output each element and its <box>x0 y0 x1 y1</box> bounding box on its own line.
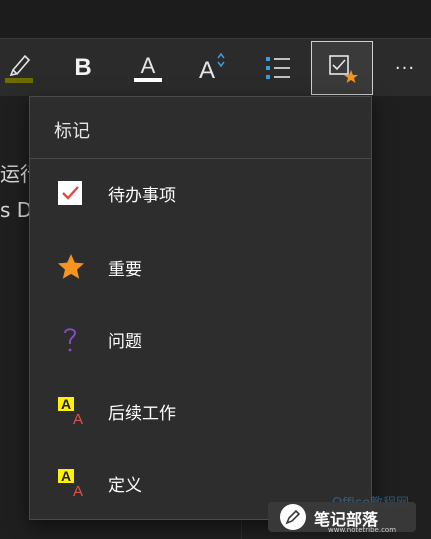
bullet-list-icon <box>266 57 290 79</box>
follow-up-icon: A A <box>56 395 100 427</box>
font-size-icon: A <box>199 52 225 84</box>
definition-glyph-1: A <box>61 468 71 484</box>
font-color-label: A <box>141 53 156 78</box>
bullet-list-button[interactable] <box>258 39 298 97</box>
more-options-button[interactable]: ··· <box>385 39 425 97</box>
menu-divider <box>30 158 371 159</box>
menu-item-follow-up[interactable]: A A 后续工作 <box>30 381 371 441</box>
menu-item-label: 定义 <box>108 475 142 496</box>
pencil-icon <box>280 504 306 530</box>
font-size-label: A <box>199 57 215 84</box>
tags-button[interactable] <box>311 41 373 95</box>
star-icon <box>56 251 100 283</box>
menu-item-label: 问题 <box>108 331 142 352</box>
tag-star-icon <box>329 55 358 83</box>
follow-up-glyph-1: A <box>61 396 71 412</box>
watermark: Office教程网 笔记部落 www.notetribe.com <box>268 490 431 539</box>
menu-item-todo[interactable]: 待办事项 <box>30 163 371 223</box>
tags-menu-header: 标记 <box>54 121 90 142</box>
checkbox-checked-icon <box>56 177 100 209</box>
menu-item-label: 待办事项 <box>108 185 176 206</box>
menu-item-label: 后续工作 <box>108 403 176 424</box>
bold-button[interactable]: B <box>62 39 104 97</box>
font-color-icon: A <box>134 53 162 82</box>
bold-label: B <box>74 54 92 81</box>
more-options-label: ··· <box>394 57 416 79</box>
font-size-button[interactable]: A <box>192 39 232 97</box>
tags-menu: 标记 待办事项 重要 问题 A A 后续工作 A A 定义 <box>29 96 372 520</box>
definition-icon: A A <box>56 467 100 499</box>
watermark-url: www.notetribe.com <box>328 526 397 534</box>
definition-glyph-2: A <box>73 483 83 499</box>
font-color-button[interactable]: A <box>126 39 170 97</box>
highlight-button[interactable] <box>0 39 38 97</box>
page-text-line-2: s D <box>0 198 33 222</box>
menu-item-label: 重要 <box>108 259 142 280</box>
format-toolbar: B A A ··· <box>0 38 431 97</box>
follow-up-glyph-2: A <box>73 411 83 427</box>
highlighter-icon <box>5 54 33 83</box>
title-bar <box>0 0 431 38</box>
question-mark-icon <box>56 323 100 355</box>
menu-item-important[interactable]: 重要 <box>30 237 371 297</box>
menu-item-question[interactable]: 问题 <box>30 309 371 369</box>
